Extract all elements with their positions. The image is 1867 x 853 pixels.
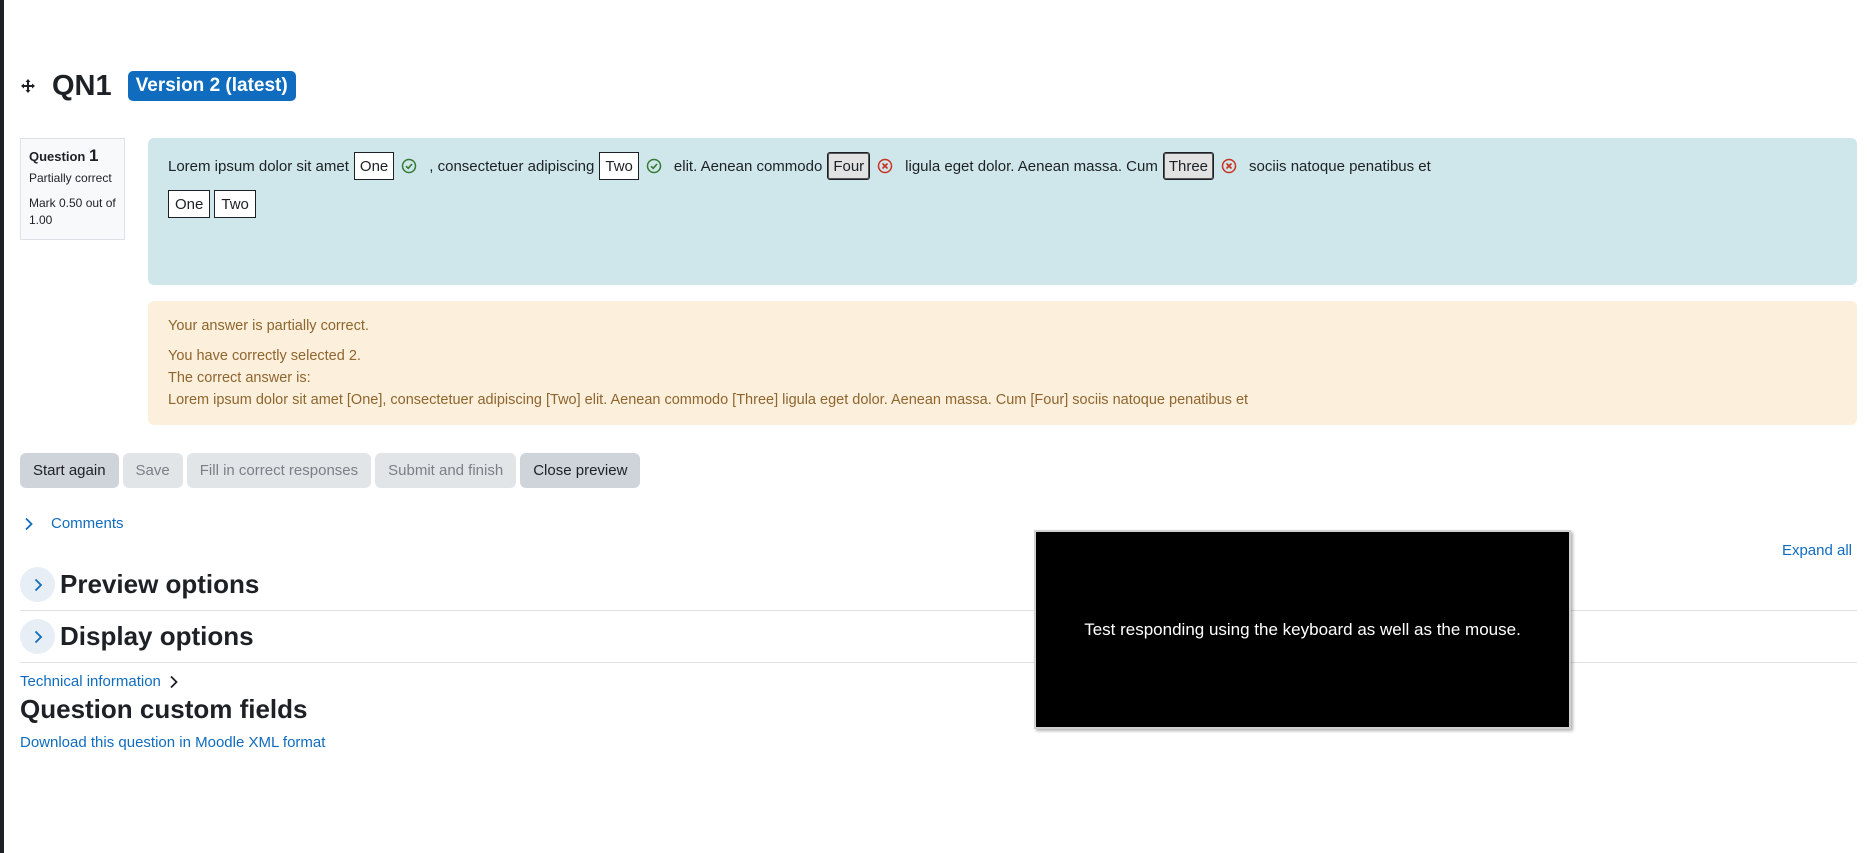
right-answer-label: The correct answer is:	[168, 370, 311, 386]
drop-zone-2[interactable]: Two	[599, 152, 639, 180]
window-left-edge	[0, 0, 4, 853]
comments-toggle[interactable]: Comments	[22, 515, 124, 532]
comments-label: Comments	[51, 515, 124, 532]
fill-correct-button[interactable]: Fill in correct responses	[186, 453, 372, 488]
drop-zone-3[interactable]: Four	[827, 152, 871, 180]
question-feedback: Your answer is partially correct. You ha…	[148, 301, 1857, 425]
start-again-button[interactable]: Start again	[20, 453, 119, 488]
question-text: Lorem ipsum dolor sit amet One , consect…	[168, 152, 1837, 180]
close-preview-button[interactable]: Close preview	[520, 453, 641, 488]
drop-zone-1[interactable]: One	[353, 152, 395, 180]
drop-zone-4[interactable]: Three	[1162, 152, 1215, 180]
question-info-box: Question 1 Partially correct Mark 0.50 o…	[20, 138, 125, 240]
question-number-value: 1	[88, 146, 99, 165]
drag-choices: One Two	[168, 190, 1837, 218]
correct-check-icon	[401, 158, 417, 174]
custom-fields-heading: Question custom fields	[20, 694, 308, 724]
general-feedback: Your answer is partially correct.	[168, 318, 369, 334]
preview-options-heading: Preview options	[60, 569, 260, 599]
right-answer-text: Lorem ipsum dolor sit amet [One], consec…	[168, 392, 1249, 408]
question-label: Question	[29, 149, 86, 164]
incorrect-cross-icon	[877, 158, 893, 174]
technical-information-label: Technical information	[20, 673, 161, 690]
display-options-heading: Display options	[60, 621, 254, 651]
correct-check-icon	[646, 158, 662, 174]
chevron-right-icon	[22, 517, 36, 531]
chevron-right-icon[interactable]	[20, 567, 55, 602]
display-options-section[interactable]: Display options	[20, 611, 1857, 663]
download-xml-link[interactable]: Download this question in Moodle XML for…	[20, 734, 325, 751]
question-text-segment: sociis natoque penatibus et	[1249, 157, 1431, 175]
expand-all-link[interactable]: Expand all	[1782, 542, 1852, 559]
version-badge: Version 2 (latest)	[127, 71, 296, 101]
drag-choice[interactable]: Two	[214, 190, 256, 218]
move-arrows-icon[interactable]	[20, 78, 36, 94]
question-number: Question 1	[29, 147, 116, 165]
submit-finish-button[interactable]: Submit and finish	[375, 453, 517, 488]
question-header: QN1 Version 2 (latest)	[20, 68, 296, 104]
question-text-segment: , consectetuer adipiscing	[429, 157, 595, 175]
save-button[interactable]: Save	[122, 453, 183, 488]
question-title: QN1	[52, 70, 112, 102]
preview-options-section[interactable]: Preview options	[20, 559, 1857, 611]
technical-information-toggle[interactable]: Technical information	[20, 673, 181, 690]
chevron-right-icon	[167, 675, 181, 689]
instruction-text: Test responding using the keyboard as we…	[1084, 619, 1521, 639]
drag-choice[interactable]: One	[168, 190, 211, 218]
instruction-overlay: Test responding using the keyboard as we…	[1034, 530, 1571, 729]
question-text-segment: ligula eget dolor. Aenean massa. Cum	[905, 157, 1158, 175]
preview-buttons: Start again Save Fill in correct respons…	[20, 453, 641, 488]
question-state: Partially correct	[29, 171, 112, 185]
chevron-right-icon[interactable]	[20, 619, 55, 654]
incorrect-cross-icon	[1221, 158, 1237, 174]
question-grade: Mark 0.50 out of 1.00	[29, 196, 116, 227]
question-text-segment: Lorem ipsum dolor sit amet	[168, 157, 349, 175]
num-correct-feedback: You have correctly selected 2.	[168, 348, 361, 364]
question-text-segment: elit. Aenean commodo	[673, 157, 823, 175]
question-formulation: Lorem ipsum dolor sit amet One , consect…	[148, 138, 1857, 285]
